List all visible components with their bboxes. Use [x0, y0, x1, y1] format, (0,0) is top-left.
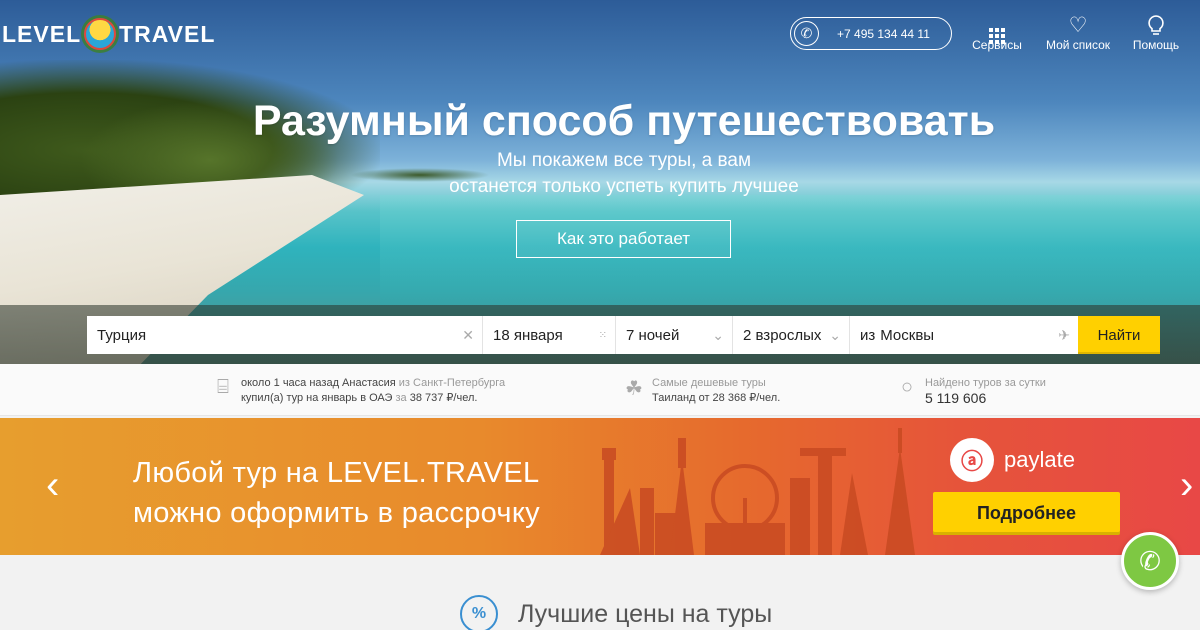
recent-line2-a: купил(а) тур на январь в ОАЭ: [241, 392, 393, 404]
guests-value: 2 взрослых: [743, 326, 822, 344]
best-prices-section: % Лучшие цены на туры: [0, 555, 1200, 630]
plane-icon: ✈: [1058, 326, 1070, 343]
nav-my-list[interactable]: ♡ Мой список: [1040, 14, 1116, 52]
phone-button[interactable]: ✆ +7 495 134 44 11: [790, 17, 952, 50]
nav-help[interactable]: Помощь: [1128, 14, 1184, 52]
calendar-dots-icon: ⁙: [598, 329, 607, 341]
landmarks-skyline: [600, 428, 915, 555]
destination-value: Турция: [97, 326, 147, 344]
date-field[interactable]: 18 января ⁙: [483, 316, 616, 354]
more-info-button[interactable]: Подробнее: [933, 492, 1120, 535]
nav-my-list-label: Мой список: [1045, 38, 1111, 52]
how-it-works-button[interactable]: Как это работает: [516, 220, 731, 258]
tours-found: ○ Найдено туров за сутки 5 119 606: [895, 376, 1046, 406]
cheapest-value: Таиланд от 28 368 ₽/чел.: [652, 392, 781, 404]
luggage-icon: ⌸: [217, 376, 229, 398]
departure-city-field[interactable]: из Москвы ✈: [850, 316, 1078, 354]
search-icon: ○: [900, 376, 914, 398]
search-button[interactable]: Найти: [1078, 316, 1160, 354]
found-label: Найдено туров за сутки: [925, 377, 1046, 389]
lagoon-water: [380, 195, 1200, 305]
paylate-icon: ⓐ: [950, 438, 994, 482]
cheapest-tours[interactable]: ☘ Самые дешевые туры Таиланд от 28 368 ₽…: [622, 376, 780, 406]
recent-line2-b: за: [395, 392, 407, 404]
promo-text: Любой тур на LEVEL.TRAVEL можно оформить…: [133, 453, 540, 533]
section-heading: % Лучшие цены на туры: [460, 595, 772, 630]
clear-icon[interactable]: ✕: [462, 327, 474, 344]
promo-line-2: можно оформить в рассрочку: [133, 497, 540, 529]
heart-icon: ♡: [1068, 14, 1088, 37]
section-title: Лучшие цены на туры: [518, 599, 773, 628]
chevron-down-icon: ⌄: [712, 326, 724, 343]
found-value: 5 119 606: [925, 390, 987, 406]
grid-icon: [966, 14, 1028, 44]
nav-help-label: Помощь: [1132, 38, 1180, 52]
palm-icon: ☘: [625, 378, 643, 400]
guests-select[interactable]: 2 взрослых ⌄: [733, 316, 850, 354]
chevron-right-icon[interactable]: ›: [1180, 465, 1193, 505]
departure-prefix: из: [860, 326, 876, 344]
date-value: 18 января: [493, 326, 563, 344]
nights-value: 7 ночей: [626, 326, 680, 344]
paylate-brand: paylate: [1004, 447, 1075, 472]
lightbulb-icon: [1128, 14, 1184, 38]
chevron-down-icon: ⌄: [829, 326, 841, 343]
logo-sun-icon: [84, 18, 117, 50]
recent-line1-b: из Санкт-Петербурга: [398, 377, 506, 389]
info-strip: ⌸ около 1 часа назад Анастасия из Санкт-…: [0, 364, 1200, 416]
paylate-logo: ⓐ paylate: [950, 438, 1075, 482]
site-logo[interactable]: LEVEL TRAVEL: [2, 18, 216, 50]
phone-icon: ✆: [1139, 545, 1161, 576]
nav-services-label: Сервисы: [972, 38, 1022, 52]
destination-field[interactable]: Турция ✕: [87, 316, 483, 354]
recent-purchase: ⌸ около 1 часа назад Анастасия из Санкт-…: [211, 376, 505, 406]
subtitle-line-2: останется только успеть купить лучшее: [449, 176, 799, 197]
logo-text-right: TRAVEL: [119, 20, 216, 47]
phone-number: +7 495 134 44 11: [837, 26, 930, 41]
percent-badge-icon: %: [460, 595, 498, 630]
installment-promo-banner[interactable]: ‹ Любой тур на LEVEL.TRAVEL можно оформи…: [0, 418, 1200, 555]
page-title: Разумный способ путешествовать: [252, 97, 996, 145]
logo-text-left: LEVEL: [2, 20, 82, 47]
nights-select[interactable]: 7 ночей ⌄: [616, 316, 733, 354]
page-subtitle: Мы покажем все туры, а вам останется тол…: [0, 148, 1200, 200]
nav-services[interactable]: Сервисы: [966, 14, 1028, 52]
call-back-button[interactable]: ✆: [1121, 532, 1179, 590]
tour-search-form: Турция ✕ 18 января ⁙ 7 ночей ⌄ 2 взрослы…: [87, 316, 1160, 354]
cheapest-label: Самые дешевые туры: [652, 377, 766, 389]
subtitle-line-1: Мы покажем все туры, а вам: [496, 150, 752, 171]
recent-line1-a: около 1 часа назад Анастасия: [241, 377, 396, 389]
chevron-left-icon[interactable]: ‹: [46, 465, 59, 505]
phone-icon: ✆: [794, 21, 819, 46]
departure-city: Москвы: [880, 326, 935, 344]
promo-line-1: Любой тур на LEVEL.TRAVEL: [133, 457, 540, 489]
recent-price: 38 737 ₽/чел.: [409, 392, 478, 404]
